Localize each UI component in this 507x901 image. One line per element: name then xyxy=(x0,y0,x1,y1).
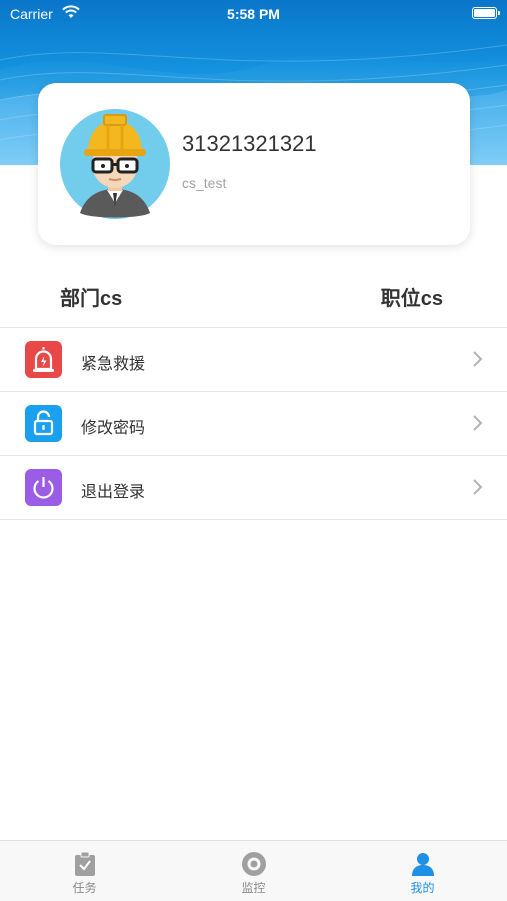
camera-icon xyxy=(241,852,266,876)
tab-label: 任务 xyxy=(72,881,97,895)
account-name: cs_test xyxy=(182,175,227,191)
menu-item-emergency-rescue[interactable]: 紧急救援 xyxy=(0,328,507,392)
username: 31321321321 xyxy=(182,131,317,156)
menu-item-label: 紧急救援 xyxy=(81,356,146,373)
avatar xyxy=(60,109,170,219)
battery-icon xyxy=(472,7,500,19)
tab-mine[interactable]: 我的 xyxy=(338,841,507,901)
settings-menu: 紧急救援 修改密码 退出登录 xyxy=(0,327,507,520)
alarm-icon xyxy=(25,341,62,378)
status-bar: Carrier 5:58 PM xyxy=(0,0,507,28)
menu-item-logout[interactable]: 退出登录 xyxy=(0,456,507,520)
menu-item-change-password[interactable]: 修改密码 xyxy=(0,392,507,456)
chevron-right-icon xyxy=(473,351,483,367)
menu-item-label: 修改密码 xyxy=(81,420,146,437)
tab-label: 我的 xyxy=(410,881,435,895)
profile-card: 31321321321 cs_test xyxy=(38,83,470,245)
position-label: 职位cs xyxy=(380,288,443,310)
user-icon xyxy=(411,853,434,876)
chevron-right-icon xyxy=(473,479,483,495)
department-label: 部门cs xyxy=(60,288,123,310)
power-icon xyxy=(25,469,62,506)
tab-label: 监控 xyxy=(241,881,266,895)
tab-bar: 任务 监控 我的 xyxy=(0,840,507,901)
tab-monitor[interactable]: 监控 xyxy=(169,841,338,901)
lock-icon xyxy=(25,405,62,442)
tab-tasks[interactable]: 任务 xyxy=(0,841,169,901)
clipboard-icon xyxy=(74,851,95,876)
menu-item-label: 退出登录 xyxy=(81,484,146,501)
clock: 5:58 PM xyxy=(227,6,280,22)
chevron-right-icon xyxy=(473,415,483,431)
